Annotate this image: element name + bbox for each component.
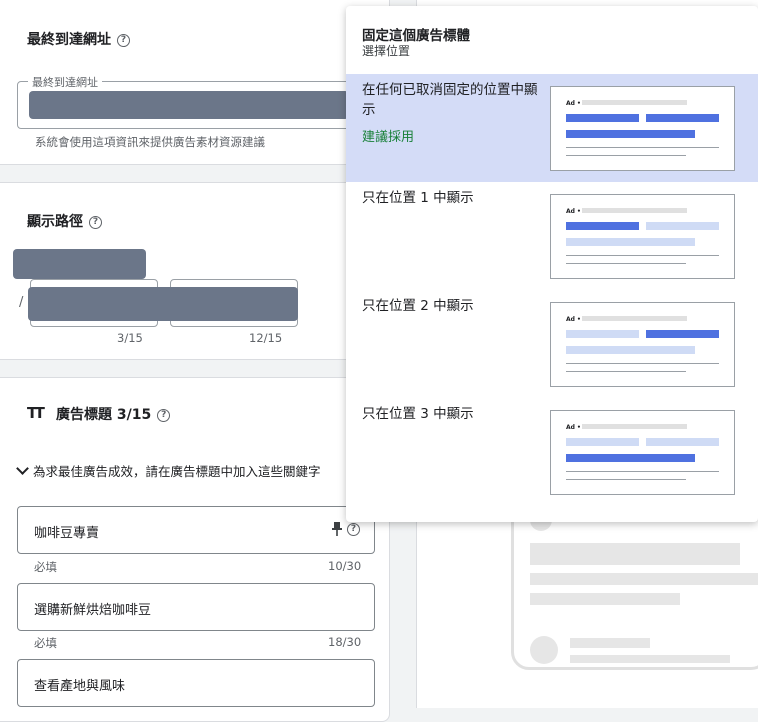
recommended-label: 建議採用	[362, 130, 415, 145]
headline-text: 咖啡豆專賣	[34, 526, 100, 541]
thumb-desc-line	[566, 155, 686, 156]
thumb-headline-3	[566, 346, 695, 354]
thumb-headline-1	[566, 438, 639, 446]
preview-placeholder	[530, 573, 758, 585]
pin-option-any[interactable]: 在任何已取消固定的位置中顯示 建議採用 Ad •	[346, 74, 758, 182]
thumb-ad-label: Ad •	[566, 100, 581, 107]
headline-required: 必填	[34, 636, 57, 650]
thumb-headline-2	[646, 222, 719, 230]
pin-thumbnail: Ad •	[550, 86, 735, 171]
thumb-desc-line	[566, 363, 719, 364]
final-url-title: 最終到達網址?	[27, 29, 130, 49]
help-icon[interactable]: ?	[347, 523, 360, 536]
text-type-icon: TT	[27, 404, 45, 422]
pin-thumbnail: Ad •	[550, 194, 735, 279]
thumb-url-bar	[582, 424, 687, 429]
headline-required: 必填	[34, 560, 57, 574]
display-path-title-text: 顯示路徑	[27, 214, 83, 230]
preview-placeholder	[530, 593, 680, 605]
headlines-title: 廣告標題 3/15?	[56, 404, 171, 424]
pin-option-position-2[interactable]: 只在位置 2 中顯示 Ad •	[346, 290, 758, 398]
thumb-desc-line	[566, 147, 719, 148]
preview-placeholder	[530, 543, 740, 565]
headlines-title-text: 廣告標題 3/15	[56, 407, 152, 423]
display-path-title: 顯示路徑?	[27, 211, 102, 231]
chevron-down-icon	[16, 462, 29, 475]
pin-thumbnail: Ad •	[550, 302, 735, 387]
pin-icon[interactable]	[332, 521, 342, 537]
thumb-desc-line	[566, 371, 686, 372]
pin-thumbnail: Ad •	[550, 410, 735, 495]
pin-option-position-3[interactable]: 只在位置 3 中顯示 Ad •	[346, 398, 758, 506]
redacted-url	[29, 91, 349, 119]
thumb-headline-3	[566, 454, 695, 462]
keyword-suggestion-text: 為求最佳廣告成效，請在廣告標題中加入這些關鍵字	[33, 464, 321, 479]
display-path-card: 顯示路徑? / 3/15 12/15	[0, 182, 390, 360]
thumb-headline-1	[566, 114, 639, 122]
thumb-ad-label: Ad •	[566, 208, 581, 215]
popup-title: 固定這個廣告標體	[362, 28, 470, 44]
path-slash: /	[19, 295, 24, 310]
thumb-headline-2	[646, 114, 719, 122]
pin-option-label: 只在位置 3 中顯示	[362, 406, 474, 422]
preview-placeholder	[570, 655, 730, 663]
redacted-path	[28, 287, 298, 321]
thumb-desc-line	[566, 255, 719, 256]
final-url-card: 最終到達網址? 最終到達網址 系統會使用這項資訊來提供廣告素材資源建議	[0, 0, 390, 165]
thumb-headline-1	[566, 222, 639, 230]
thumb-url-bar	[582, 100, 687, 105]
thumb-url-bar	[582, 208, 687, 213]
preview-placeholder	[570, 638, 650, 648]
pin-headline-popup: 固定這個廣告標體 選擇位置 在任何已取消固定的位置中顯示 建議採用 Ad • 只…	[346, 6, 758, 522]
final-url-title-text: 最終到達網址	[27, 32, 111, 48]
thumb-headline-2	[646, 330, 719, 338]
pin-option-label: 只在位置 2 中顯示	[362, 298, 474, 314]
help-icon[interactable]: ?	[157, 408, 171, 422]
thumb-headline-2	[646, 438, 719, 446]
final-url-field-label: 最終到達網址	[28, 74, 102, 90]
pin-option-label: 在任何已取消固定的位置中顯示	[362, 82, 538, 118]
headline-field-1[interactable]: 咖啡豆專賣 ?	[17, 506, 375, 554]
headline-text: 選購新鮮烘焙咖啡豆	[34, 603, 152, 618]
thumb-headline-3	[566, 130, 695, 138]
help-icon[interactable]: ?	[117, 33, 130, 47]
final-url-hint: 系統會使用這項資訊來提供廣告素材資源建議	[35, 135, 265, 149]
thumb-headline-3	[566, 238, 695, 246]
thumb-ad-label: Ad •	[566, 316, 581, 323]
thumb-headline-1	[566, 330, 639, 338]
path2-counter: 12/15	[249, 331, 283, 345]
thumb-ad-label: Ad •	[566, 424, 581, 431]
thumb-desc-line	[566, 471, 719, 472]
headline-counter: 18/30	[328, 635, 362, 649]
headline-field-3[interactable]: 查看產地與風味	[17, 659, 375, 707]
thumb-desc-line	[566, 263, 686, 264]
redacted-domain	[13, 249, 146, 279]
keyword-suggestion-toggle[interactable]: 為求最佳廣告成效，請在廣告標題中加入這些關鍵字	[16, 461, 321, 480]
headline-counter: 10/30	[328, 559, 362, 573]
preview-placeholder	[530, 636, 558, 664]
thumb-url-bar	[582, 316, 687, 321]
pin-option-position-1[interactable]: 只在位置 1 中顯示 Ad •	[346, 182, 758, 290]
popup-subtitle: 選擇位置	[362, 44, 411, 58]
path1-counter: 3/15	[117, 331, 143, 345]
pin-option-label: 只在位置 1 中顯示	[362, 190, 474, 206]
help-icon[interactable]: ?	[89, 215, 102, 229]
headline-field-2[interactable]: 選購新鮮烘焙咖啡豆	[17, 583, 375, 631]
thumb-desc-line	[566, 479, 686, 480]
headline-text: 查看產地與風味	[34, 679, 126, 694]
